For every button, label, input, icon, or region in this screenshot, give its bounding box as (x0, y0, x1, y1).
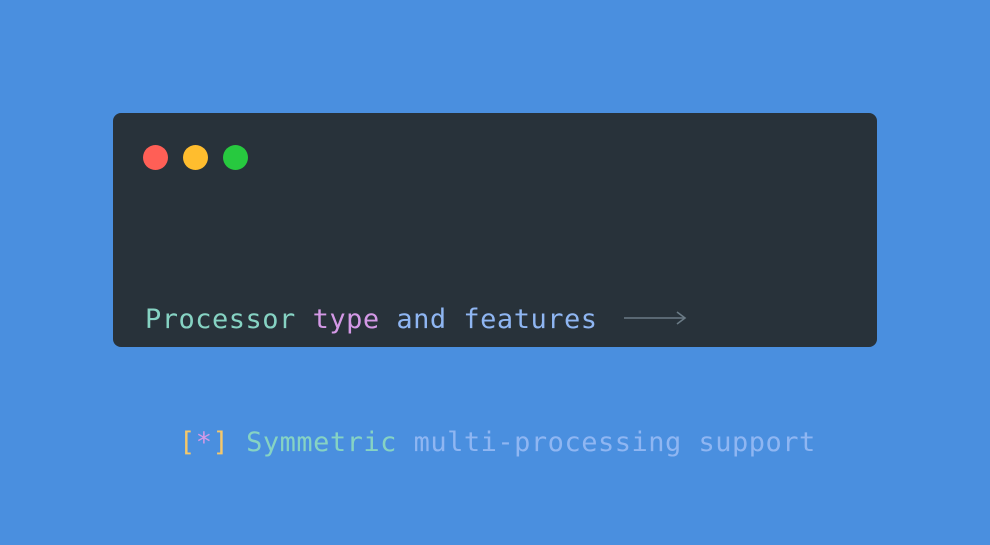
checkbox-star[interactable]: * (196, 427, 213, 458)
code-block: Processor type and features [*] Symmetri… (145, 217, 816, 545)
menu-heading-line: Processor type and features (145, 299, 816, 340)
maximize-dot-icon[interactable] (223, 145, 248, 170)
code-word-support: support (698, 427, 816, 458)
code-word-multi-processing: multi-processing (413, 427, 682, 458)
checkbox-open-bracket: [ (179, 427, 196, 458)
code-word-symmetric: Symmetric (246, 427, 397, 458)
window-controls (143, 145, 248, 170)
code-window: Processor type and features [*] Symmetri… (113, 113, 877, 458)
long-right-arrow-icon (623, 297, 687, 338)
menu-option-line: [*] Symmetric multi-processing support (145, 422, 816, 463)
code-word-and: and (396, 304, 447, 335)
code-word-type: type (312, 304, 380, 335)
checkbox-close-bracket: ] (212, 427, 230, 458)
code-word-features: features (463, 304, 598, 335)
code-word-processor: Processor (145, 304, 296, 335)
minimize-dot-icon[interactable] (183, 145, 208, 170)
close-dot-icon[interactable] (143, 145, 168, 170)
